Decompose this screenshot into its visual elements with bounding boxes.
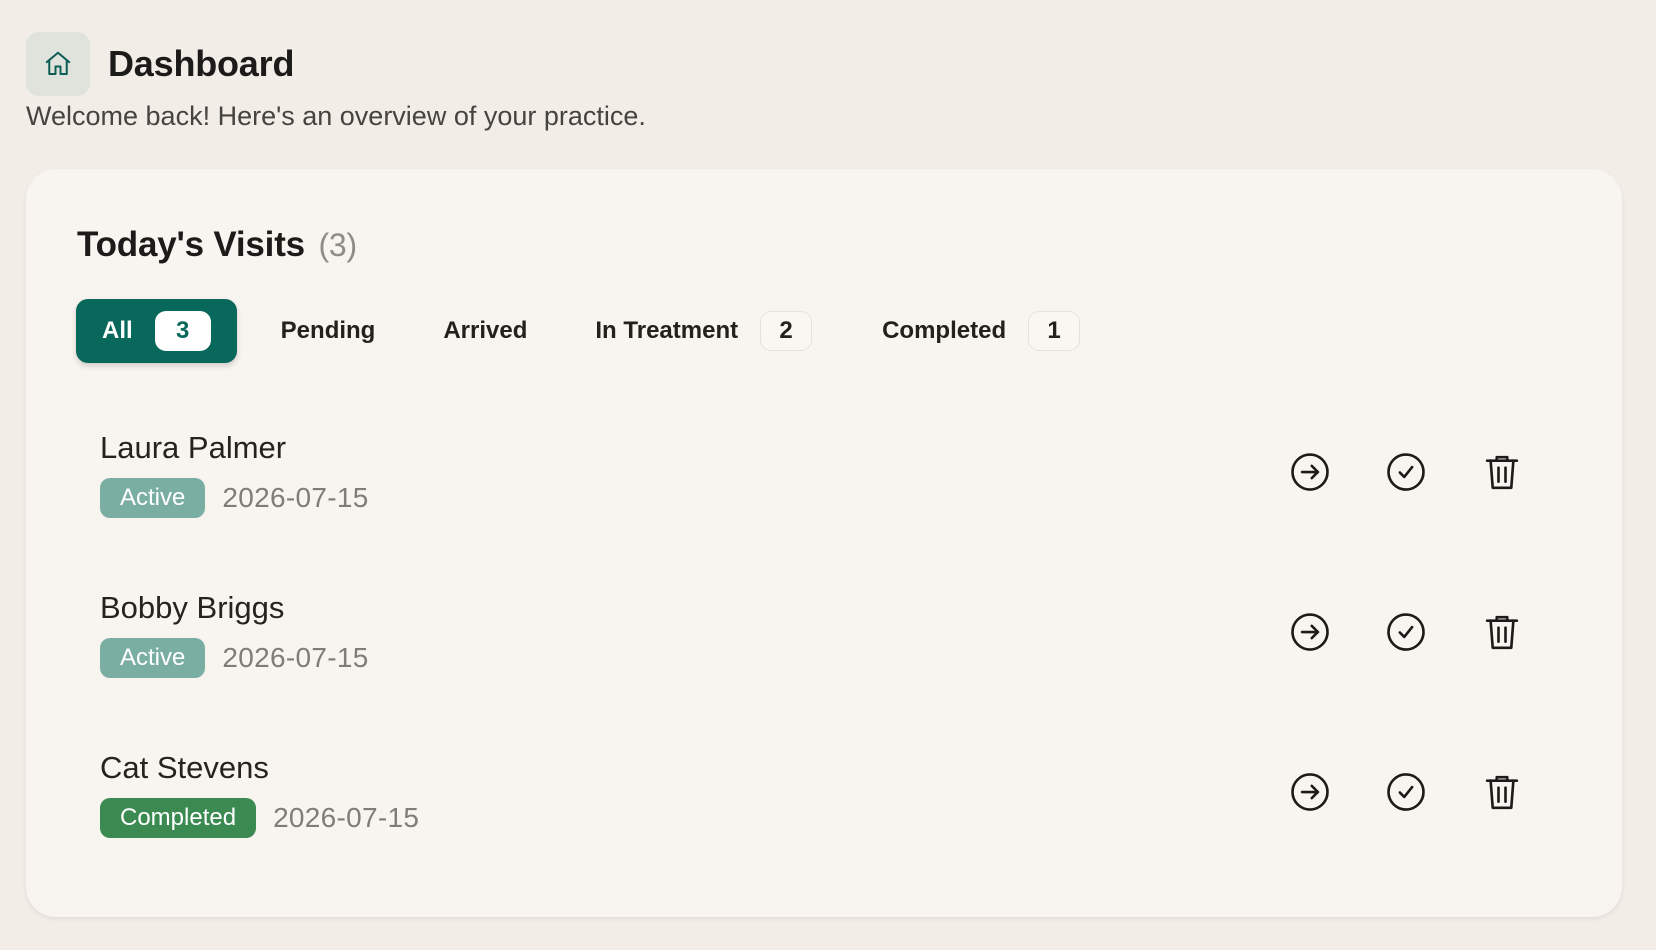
trash-icon <box>1485 615 1519 650</box>
delete-button[interactable] <box>1474 604 1530 660</box>
arrow-right-circle-icon <box>1291 453 1329 491</box>
delete-button[interactable] <box>1474 444 1530 500</box>
tab-completed[interactable]: Completed 1 <box>882 299 1081 363</box>
status-badge: Active <box>100 638 206 678</box>
arrive-button[interactable] <box>1282 604 1338 660</box>
arrow-right-circle-icon <box>1291 613 1329 651</box>
tab-arrived[interactable]: Arrived <box>443 299 527 363</box>
arrive-button[interactable] <box>1282 764 1338 820</box>
status-badge: Active <box>100 478 206 518</box>
tab-label: In Treatment <box>595 317 739 344</box>
complete-button[interactable] <box>1378 604 1434 660</box>
visit-row: Cat Stevens Completed 2026-07-15 <box>100 750 1530 850</box>
page-header: Dashboard Welcome back! Here's an overvi… <box>26 32 646 132</box>
patient-name[interactable]: Cat Stevens <box>100 750 269 786</box>
complete-button[interactable] <box>1378 764 1434 820</box>
tab-pending[interactable]: Pending <box>281 299 376 363</box>
tab-count-badge: 2 <box>760 311 813 351</box>
tab-count-badge: 3 <box>154 311 211 351</box>
tab-label: Completed <box>882 317 1007 344</box>
card-title-text: Today's Visits <box>77 225 305 264</box>
arrive-button[interactable] <box>1282 444 1338 500</box>
patient-name[interactable]: Bobby Briggs <box>100 590 284 626</box>
tab-label: All <box>102 317 133 344</box>
complete-button[interactable] <box>1378 444 1434 500</box>
visit-filter-tabs: All 3 Pending Arrived In Treatment 2 Com… <box>76 299 1081 363</box>
card-title: Today's Visits (3) <box>77 225 357 265</box>
tab-all[interactable]: All 3 <box>76 299 237 363</box>
row-actions <box>1242 604 1530 660</box>
todays-visits-card: Today's Visits (3) All 3 Pending Arrived… <box>26 169 1622 917</box>
visit-row: Bobby Briggs Active 2026-07-15 <box>100 590 1530 690</box>
row-actions <box>1242 764 1530 820</box>
page-title: Dashboard <box>108 43 295 84</box>
tab-label: Arrived <box>443 317 528 344</box>
tab-in-treatment[interactable]: In Treatment 2 <box>595 299 813 363</box>
check-circle-icon <box>1387 773 1425 811</box>
check-circle-icon <box>1387 453 1425 491</box>
patient-name[interactable]: Laura Palmer <box>100 430 286 466</box>
trash-icon <box>1485 455 1519 490</box>
visit-row: Laura Palmer Active 2026-07-15 <box>100 430 1530 530</box>
visit-date: 2026-07-15 <box>222 642 369 673</box>
arrow-right-circle-icon <box>1291 773 1329 811</box>
visit-meta: Completed 2026-07-15 <box>100 798 419 838</box>
visit-meta: Active 2026-07-15 <box>100 638 369 678</box>
home-icon <box>26 32 90 96</box>
visit-date: 2026-07-15 <box>273 802 420 833</box>
delete-button[interactable] <box>1474 764 1530 820</box>
tab-count-badge: 1 <box>1028 311 1081 351</box>
visit-meta: Active 2026-07-15 <box>100 478 369 518</box>
check-circle-icon <box>1387 613 1425 651</box>
page-subtitle: Welcome back! Here's an overview of your… <box>26 101 646 131</box>
visit-date: 2026-07-15 <box>222 482 369 513</box>
trash-icon <box>1485 775 1519 810</box>
tab-label: Pending <box>280 317 376 344</box>
row-actions <box>1242 444 1530 500</box>
status-badge: Completed <box>100 798 257 838</box>
visits-count: (3) <box>318 227 357 263</box>
